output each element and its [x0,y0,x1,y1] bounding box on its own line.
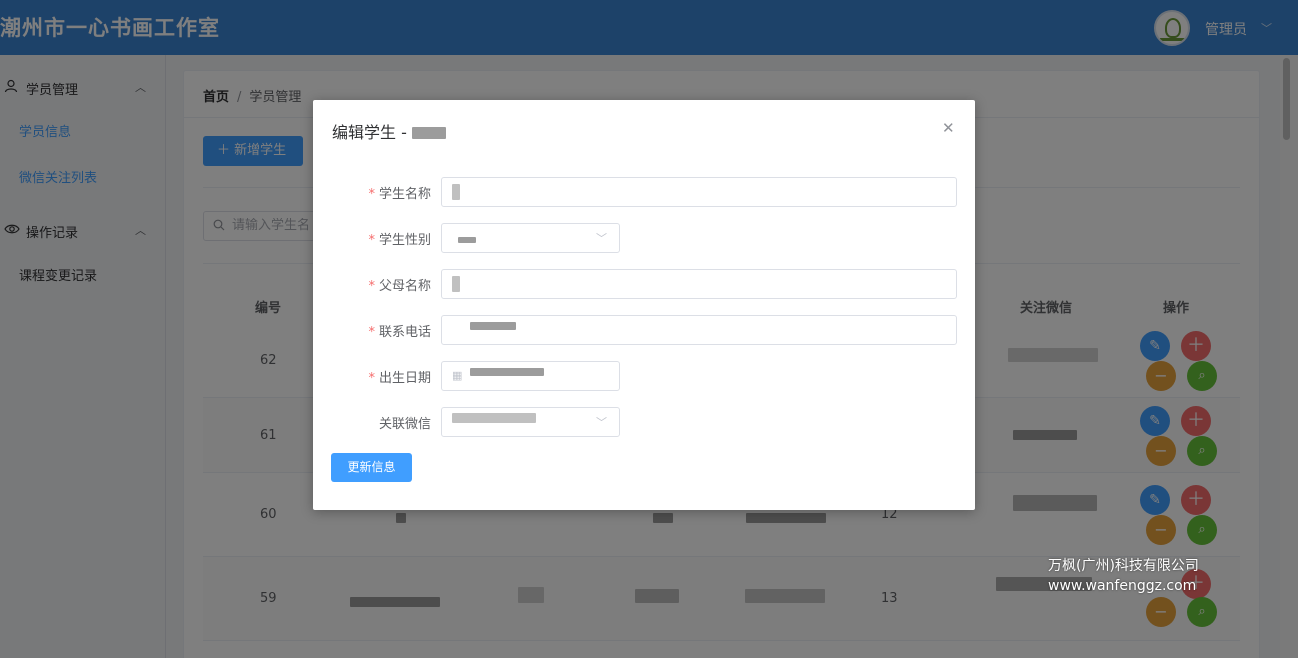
redacted-value [452,184,460,200]
field-label-phone: * 联系电话 [368,325,431,340]
dialog-title: 编辑学生 - [332,119,446,143]
phone-input[interactable] [441,315,957,345]
chevron-down-icon: ﹀ [596,232,607,245]
field-label-student-name: * 学生名称 [368,187,431,202]
student-name-input[interactable] [441,177,957,207]
watermark-url: www.wanfenggz.com [1048,578,1197,594]
redacted-value [452,276,460,292]
field-label-birth-date: * 出生日期 [368,371,431,386]
edit-student-dialog: 编辑学生 - ✕ * 学生名称 * 学生性别 ﹀ * 父母名称 * 联系电话 * 出生日期… [313,100,975,510]
wechat-select[interactable]: ﹀ [441,407,620,437]
watermark: 万枫(广州)科技有限公司 www.wanfenggz.com [1048,556,1218,596]
field-label-gender: * 学生性别 [368,233,431,248]
update-info-button[interactable]: 更新信息 [331,453,412,482]
field-label-parent-name: * 父母名称 [368,279,431,294]
gender-select[interactable]: ﹀ [441,223,620,253]
student-name-redacted [411,127,446,139]
watermark-company: 万枫(广州)科技有限公司 [1048,558,1199,574]
redacted-value [470,368,544,376]
calendar-icon: ▦ [452,369,463,382]
parent-name-input[interactable] [441,269,957,299]
redacted-value [470,322,516,330]
birth-date-picker[interactable]: ▦ [441,361,620,391]
redacted-value [458,237,476,243]
dialog-title-text: 编辑学生 - [332,123,412,142]
redacted-value [452,413,536,423]
chevron-down-icon: ﹀ [596,416,607,429]
field-label-wechat: 关联微信 [378,417,431,432]
close-icon[interactable]: ✕ [942,119,955,137]
